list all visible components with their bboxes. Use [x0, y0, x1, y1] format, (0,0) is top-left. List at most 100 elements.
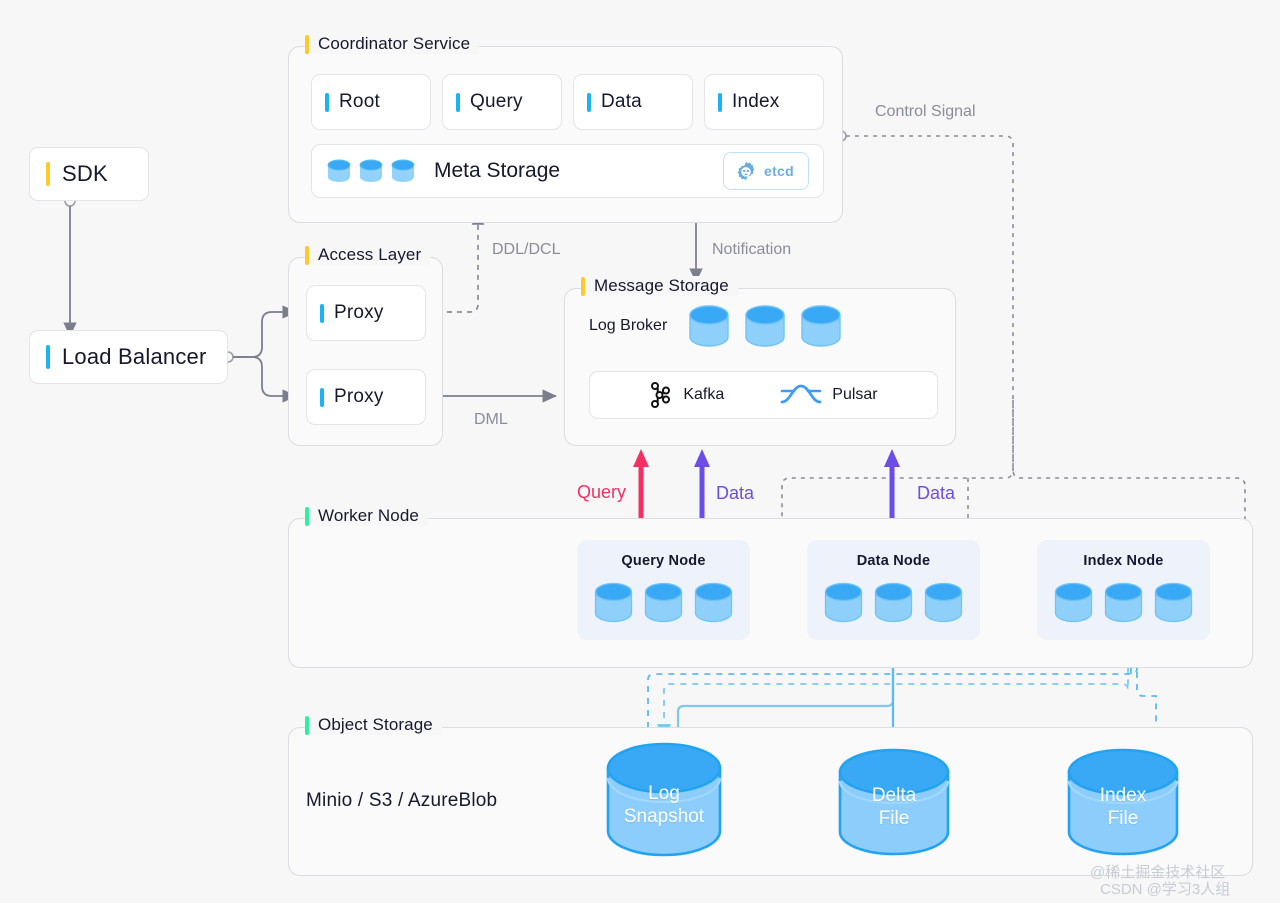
broker-options-box[interactable]: Kafka Pulsar	[589, 371, 938, 419]
log-snapshot-caption: Log Snapshot	[604, 782, 724, 828]
object-storage-providers: Minio / S3 / AzureBlob	[306, 790, 498, 811]
data-accent-bar	[587, 92, 591, 112]
load-balancer-card[interactable]: Load Balancer	[29, 330, 228, 384]
index-file-cylinder[interactable]: Index File	[1065, 748, 1181, 856]
delta-file-line1: Delta	[871, 784, 917, 806]
proxy-card-2[interactable]: Proxy	[306, 369, 426, 425]
object-storage-title-wrap: Object Storage	[305, 715, 442, 735]
kafka-option[interactable]: Kafka	[649, 382, 724, 408]
delta-file-cylinder[interactable]: Delta File	[836, 748, 952, 856]
query-node-cylinders	[593, 582, 734, 626]
cylinder-icon	[644, 582, 683, 623]
load-balancer-accent-bar	[46, 345, 50, 369]
query-accent-bar	[456, 92, 460, 112]
coordinator-service-group: Coordinator Service Root Query Data Inde…	[288, 34, 843, 223]
coordinator-node-data[interactable]: Data	[573, 74, 693, 130]
proxy-card-1[interactable]: Proxy	[306, 285, 426, 341]
watermark-line-2: CSDN @学习3人组	[1100, 881, 1231, 898]
log-snapshot-cylinder[interactable]: Log Snapshot	[604, 742, 724, 857]
diagram-canvas: SDK Load Balancer Coordinator Service Ro…	[0, 0, 1280, 903]
edge-label-ddl-dcl: DDL/DCL	[492, 241, 561, 258]
coordinator-node-label: Query	[470, 91, 523, 112]
index-node-cylinders	[1053, 582, 1194, 626]
cylinder-icon	[924, 582, 963, 623]
coordinator-accent-bar	[305, 34, 309, 54]
proxy-label: Proxy	[334, 386, 384, 407]
index-node-label: Index Node	[1083, 553, 1164, 569]
meta-storage-cylinders	[326, 158, 416, 184]
data-node-label: Data Node	[856, 553, 931, 569]
data-node-box[interactable]: Data Node	[807, 540, 980, 640]
root-accent-bar	[325, 92, 329, 112]
edge-label-query: Query	[577, 482, 627, 502]
index-file-caption: Index File	[1065, 784, 1181, 830]
coordinator-node-index[interactable]: Index	[704, 74, 824, 130]
etcd-badge-label: etcd	[764, 163, 794, 179]
query-node-label: Query Node	[621, 553, 706, 569]
worker-node-title-wrap: Worker Node	[305, 506, 428, 526]
edge-label-data-right: Data	[917, 483, 956, 503]
edge-label-control-signal: Control Signal	[875, 103, 976, 120]
log-snapshot-line1: Log	[648, 782, 680, 804]
cylinder-icon	[359, 159, 383, 182]
message-storage-title-wrap: Message Storage	[581, 276, 738, 296]
coordinator-node-label: Data	[601, 91, 642, 112]
sdk-card[interactable]: SDK	[29, 147, 149, 201]
cylinder-icon	[594, 582, 633, 623]
query-node-box[interactable]: Query Node	[577, 540, 750, 640]
access-layer-group: Access Layer Proxy Proxy	[288, 245, 443, 446]
coordinator-service-title: Coordinator Service	[318, 34, 471, 53]
object-storage-accent-bar	[305, 715, 309, 735]
index-node-box[interactable]: Index Node	[1037, 540, 1210, 640]
index-file-line2: File	[1107, 807, 1139, 829]
load-balancer-label: Load Balancer	[62, 344, 207, 369]
log-broker-label: Log Broker	[589, 317, 668, 334]
sdk-accent-bar	[46, 162, 50, 186]
message-storage-group: Message Storage Log Broker Kafka Pulsar	[564, 276, 956, 446]
access-layer-accent-bar	[305, 245, 309, 265]
delta-file-line2: File	[878, 807, 910, 829]
cylinder-icon	[1054, 582, 1093, 623]
object-storage-title: Object Storage	[318, 715, 433, 734]
etcd-gear-icon	[737, 161, 755, 181]
coordinator-node-label: Index	[732, 91, 780, 112]
cylinder-icon	[745, 305, 785, 347]
pulsar-label: Pulsar	[832, 386, 878, 403]
log-snapshot-line2: Snapshot	[623, 805, 705, 827]
kafka-label: Kafka	[683, 386, 725, 403]
cylinder-icon	[874, 582, 913, 623]
coordinator-service-title-wrap: Coordinator Service	[305, 34, 480, 54]
edge-label-dml: DML	[474, 411, 508, 428]
kafka-icon	[651, 382, 671, 408]
index-file-line1: Index	[1099, 784, 1147, 806]
proxy-accent-bar	[320, 303, 324, 323]
meta-storage-card[interactable]: Meta Storage etcd	[311, 144, 824, 198]
pulsar-option[interactable]: Pulsar	[780, 382, 878, 408]
proxy-label: Proxy	[334, 302, 384, 323]
cylinder-icon	[1154, 582, 1193, 623]
message-storage-title: Message Storage	[594, 276, 729, 295]
coordinator-node-root[interactable]: Root	[311, 74, 431, 130]
proxy-accent-bar	[320, 387, 324, 407]
edge-label-notification: Notification	[712, 241, 792, 258]
worker-node-title: Worker Node	[318, 506, 419, 525]
cylinder-icon	[391, 159, 415, 182]
meta-storage-label: Meta Storage	[434, 159, 561, 182]
worker-node-group: Worker Node Query Node Data Node Index N…	[288, 506, 1253, 668]
coordinator-node-label: Root	[339, 91, 380, 112]
access-layer-title: Access Layer	[318, 245, 422, 264]
cylinder-icon	[694, 582, 733, 623]
log-broker-cylinders	[687, 304, 843, 350]
cylinder-icon	[327, 159, 351, 182]
cylinder-icon	[801, 305, 841, 347]
worker-node-accent-bar	[305, 506, 309, 526]
edge-label-data-left: Data	[716, 483, 755, 503]
message-storage-accent-bar	[581, 276, 585, 296]
cylinder-icon	[824, 582, 863, 623]
etcd-badge[interactable]: etcd	[723, 152, 809, 190]
delta-file-caption: Delta File	[836, 784, 952, 830]
cylinder-icon	[1104, 582, 1143, 623]
coordinator-node-query[interactable]: Query	[442, 74, 562, 130]
cylinder-icon	[689, 305, 729, 347]
data-node-cylinders	[823, 582, 964, 626]
